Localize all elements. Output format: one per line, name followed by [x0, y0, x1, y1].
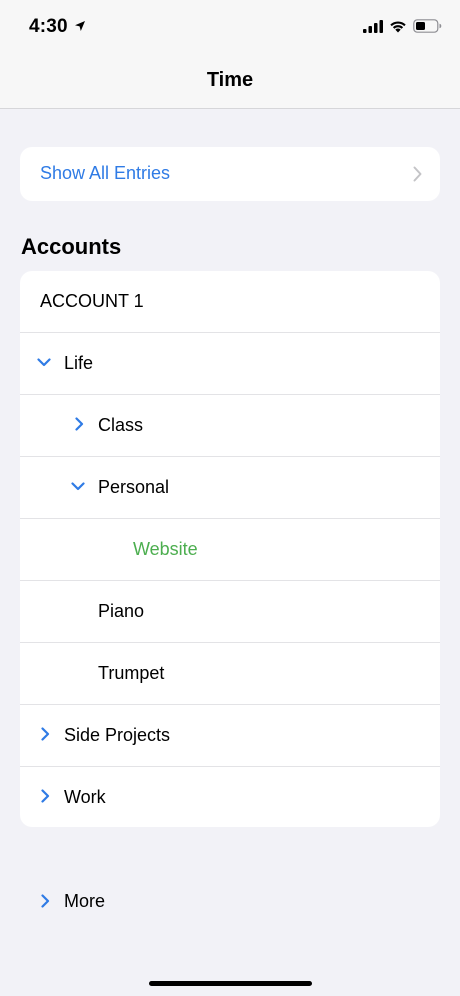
list-item-label: Trumpet: [98, 663, 165, 683]
section-header-accounts: Accounts: [21, 234, 122, 259]
status-indicators: [363, 19, 442, 33]
chevron-down-icon[interactable]: [37, 358, 51, 367]
cellular-signal-icon: [363, 19, 383, 33]
list-item-work[interactable]: Work: [20, 767, 440, 827]
list-item-label: Life: [64, 353, 94, 373]
more-button[interactable]: More: [20, 880, 440, 924]
list-item-side-projects[interactable]: Side Projects: [20, 705, 440, 767]
list-item-class[interactable]: Class: [20, 395, 440, 457]
chevron-right-icon[interactable]: [75, 417, 84, 431]
list-item-label: Piano: [98, 601, 145, 621]
status-time: 4:30: [29, 16, 68, 37]
page-title: Time: [206, 69, 254, 91]
accounts-list: ACCOUNT 1 Life Class Personal Website Pi…: [20, 271, 440, 827]
wifi-icon: [390, 20, 406, 32]
show-all-entries-button[interactable]: Show All Entries: [20, 147, 440, 201]
list-item-label: Side Projects: [64, 725, 171, 745]
account-row[interactable]: ACCOUNT 1: [20, 271, 440, 333]
list-item-label: ACCOUNT 1: [40, 291, 144, 311]
navigation-bar: Time: [0, 56, 460, 109]
home-indicator[interactable]: [149, 981, 312, 986]
chevron-down-icon[interactable]: [71, 482, 85, 491]
list-item-label: Class: [98, 415, 144, 435]
chevron-right-icon: [413, 166, 422, 182]
list-item-label: Personal: [98, 477, 170, 497]
list-item-life[interactable]: Life: [20, 333, 440, 395]
chevron-right-icon[interactable]: [41, 789, 50, 803]
list-item-trumpet[interactable]: Trumpet: [20, 643, 440, 705]
status-bar: 4:30: [0, 0, 460, 56]
location-arrow-icon: [75, 21, 85, 31]
chevron-right-icon[interactable]: [41, 727, 50, 741]
list-item-label: Website: [133, 539, 198, 559]
chevron-right-icon[interactable]: [41, 894, 50, 908]
list-item-piano[interactable]: Piano: [20, 581, 440, 643]
list-item-label: Work: [64, 787, 106, 807]
battery-icon: [413, 19, 442, 33]
show-all-entries-label: Show All Entries: [40, 163, 171, 183]
list-item-personal[interactable]: Personal: [20, 457, 440, 519]
more-label: More: [64, 891, 106, 911]
list-item-website[interactable]: Website: [20, 519, 440, 581]
